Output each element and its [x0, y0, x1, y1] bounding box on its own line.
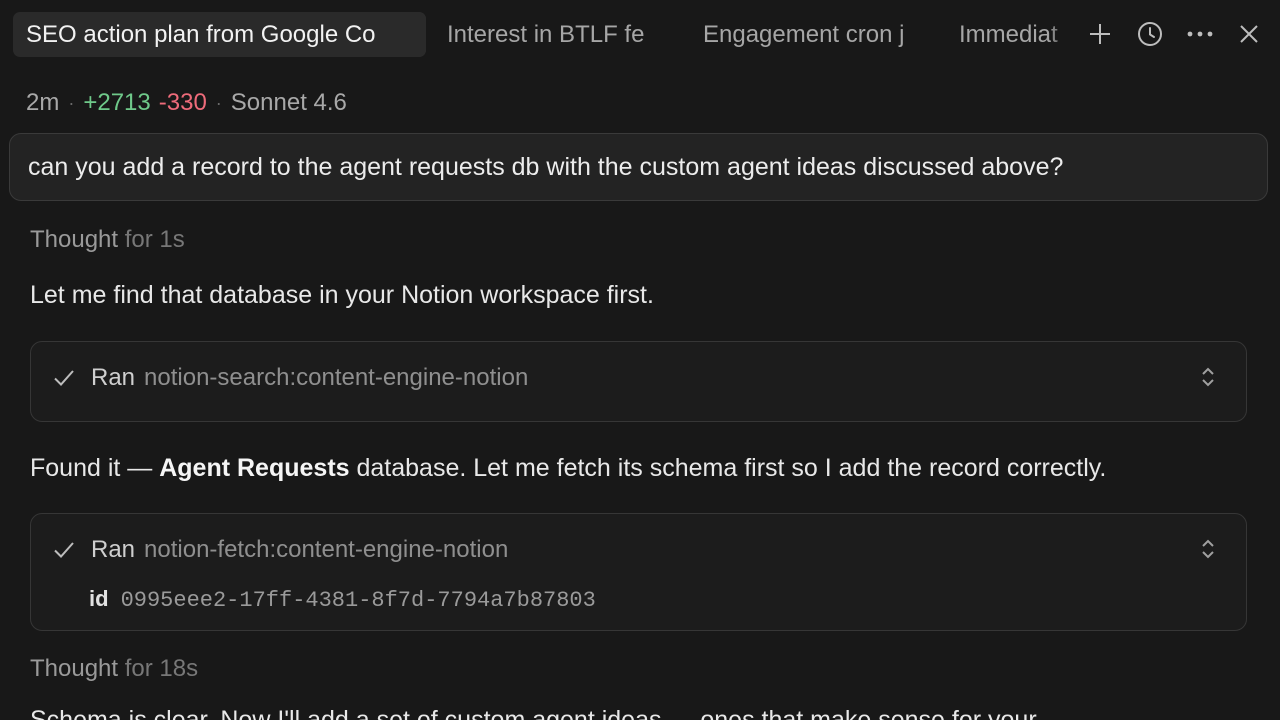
close-icon[interactable] [1233, 18, 1265, 50]
session-meta: 2m · +2713 -330 · Sonnet 4.6 [26, 86, 347, 120]
tab-engagement-cron[interactable]: Engagement cron j [690, 12, 928, 57]
user-message[interactable]: can you add a record to the agent reques… [9, 133, 1268, 201]
thought-toggle[interactable]: Thought for 18s [30, 655, 198, 683]
tab-label: Engagement cron j [703, 20, 905, 48]
lines-added: +2713 [83, 89, 151, 116]
tool-status: Ran [91, 536, 136, 563]
tool-call-header: Ran notion-fetch:content-engine-notion [53, 536, 508, 564]
database-name: Agent Requests [159, 454, 350, 482]
tab-label: Immediat [959, 20, 1058, 48]
lines-removed: -330 [158, 89, 207, 116]
thought-label: Thought [30, 655, 119, 682]
history-clock-icon[interactable] [1134, 18, 1166, 50]
tab-interest-btlf[interactable]: Interest in BTLF fe [434, 12, 671, 57]
tab-bar: SEO action plan from Google Co Interest … [0, 0, 1280, 70]
separator-dot: · [215, 92, 222, 113]
param-key: id [89, 586, 109, 611]
check-icon [53, 369, 79, 387]
thought-toggle[interactable]: Thought for 1s [30, 226, 185, 254]
assistant-text: Let me find that database in your Notion… [30, 281, 654, 309]
tool-name: notion-search:content-engine-notion [144, 364, 529, 391]
tool-param: id 0995eee2-17ff-4381-8f7d-7794a7b87803 [89, 586, 596, 613]
tab-label: Interest in BTLF fe [447, 20, 645, 48]
thought-label: Thought [30, 226, 119, 253]
expand-collapse-icon[interactable] [1198, 364, 1218, 390]
plus-icon[interactable] [1084, 18, 1116, 50]
tool-name: notion-fetch:content-engine-notion [144, 536, 509, 563]
tab-label: SEO action plan from Google Co [26, 20, 376, 48]
tab-immediate[interactable]: Immediat [946, 12, 1074, 57]
tool-call-notion-fetch[interactable]: Ran notion-fetch:content-engine-notion i… [30, 513, 1247, 631]
more-horizontal-icon[interactable] [1184, 18, 1216, 50]
assistant-text: Found it — Agent Requests database. Let … [30, 454, 1106, 483]
expand-collapse-icon[interactable] [1198, 536, 1218, 562]
tab-seo-action-plan[interactable]: SEO action plan from Google Co [13, 12, 426, 57]
separator-dot: · [68, 92, 75, 113]
tool-status: Ran [91, 364, 136, 391]
assistant-text: Schema is clear. Now I'll add a set of c… [30, 706, 1037, 720]
thought-duration: for 1s [124, 226, 185, 253]
elapsed-time: 2m [26, 89, 60, 116]
user-message-text: can you add a record to the agent reques… [28, 152, 1064, 181]
tool-call-notion-search[interactable]: Ran notion-search:content-engine-notion [30, 341, 1247, 422]
model-name: Sonnet 4.6 [230, 89, 347, 116]
check-icon [53, 541, 79, 559]
assistant-text-part: database. Let me fetch its schema first … [349, 454, 1107, 482]
thought-duration: for 18s [124, 655, 199, 682]
tool-call-header: Ran notion-search:content-engine-notion [53, 364, 528, 392]
param-value: 0995eee2-17ff-4381-8f7d-7794a7b87803 [120, 588, 596, 613]
assistant-text-part: Found it — [30, 454, 160, 482]
